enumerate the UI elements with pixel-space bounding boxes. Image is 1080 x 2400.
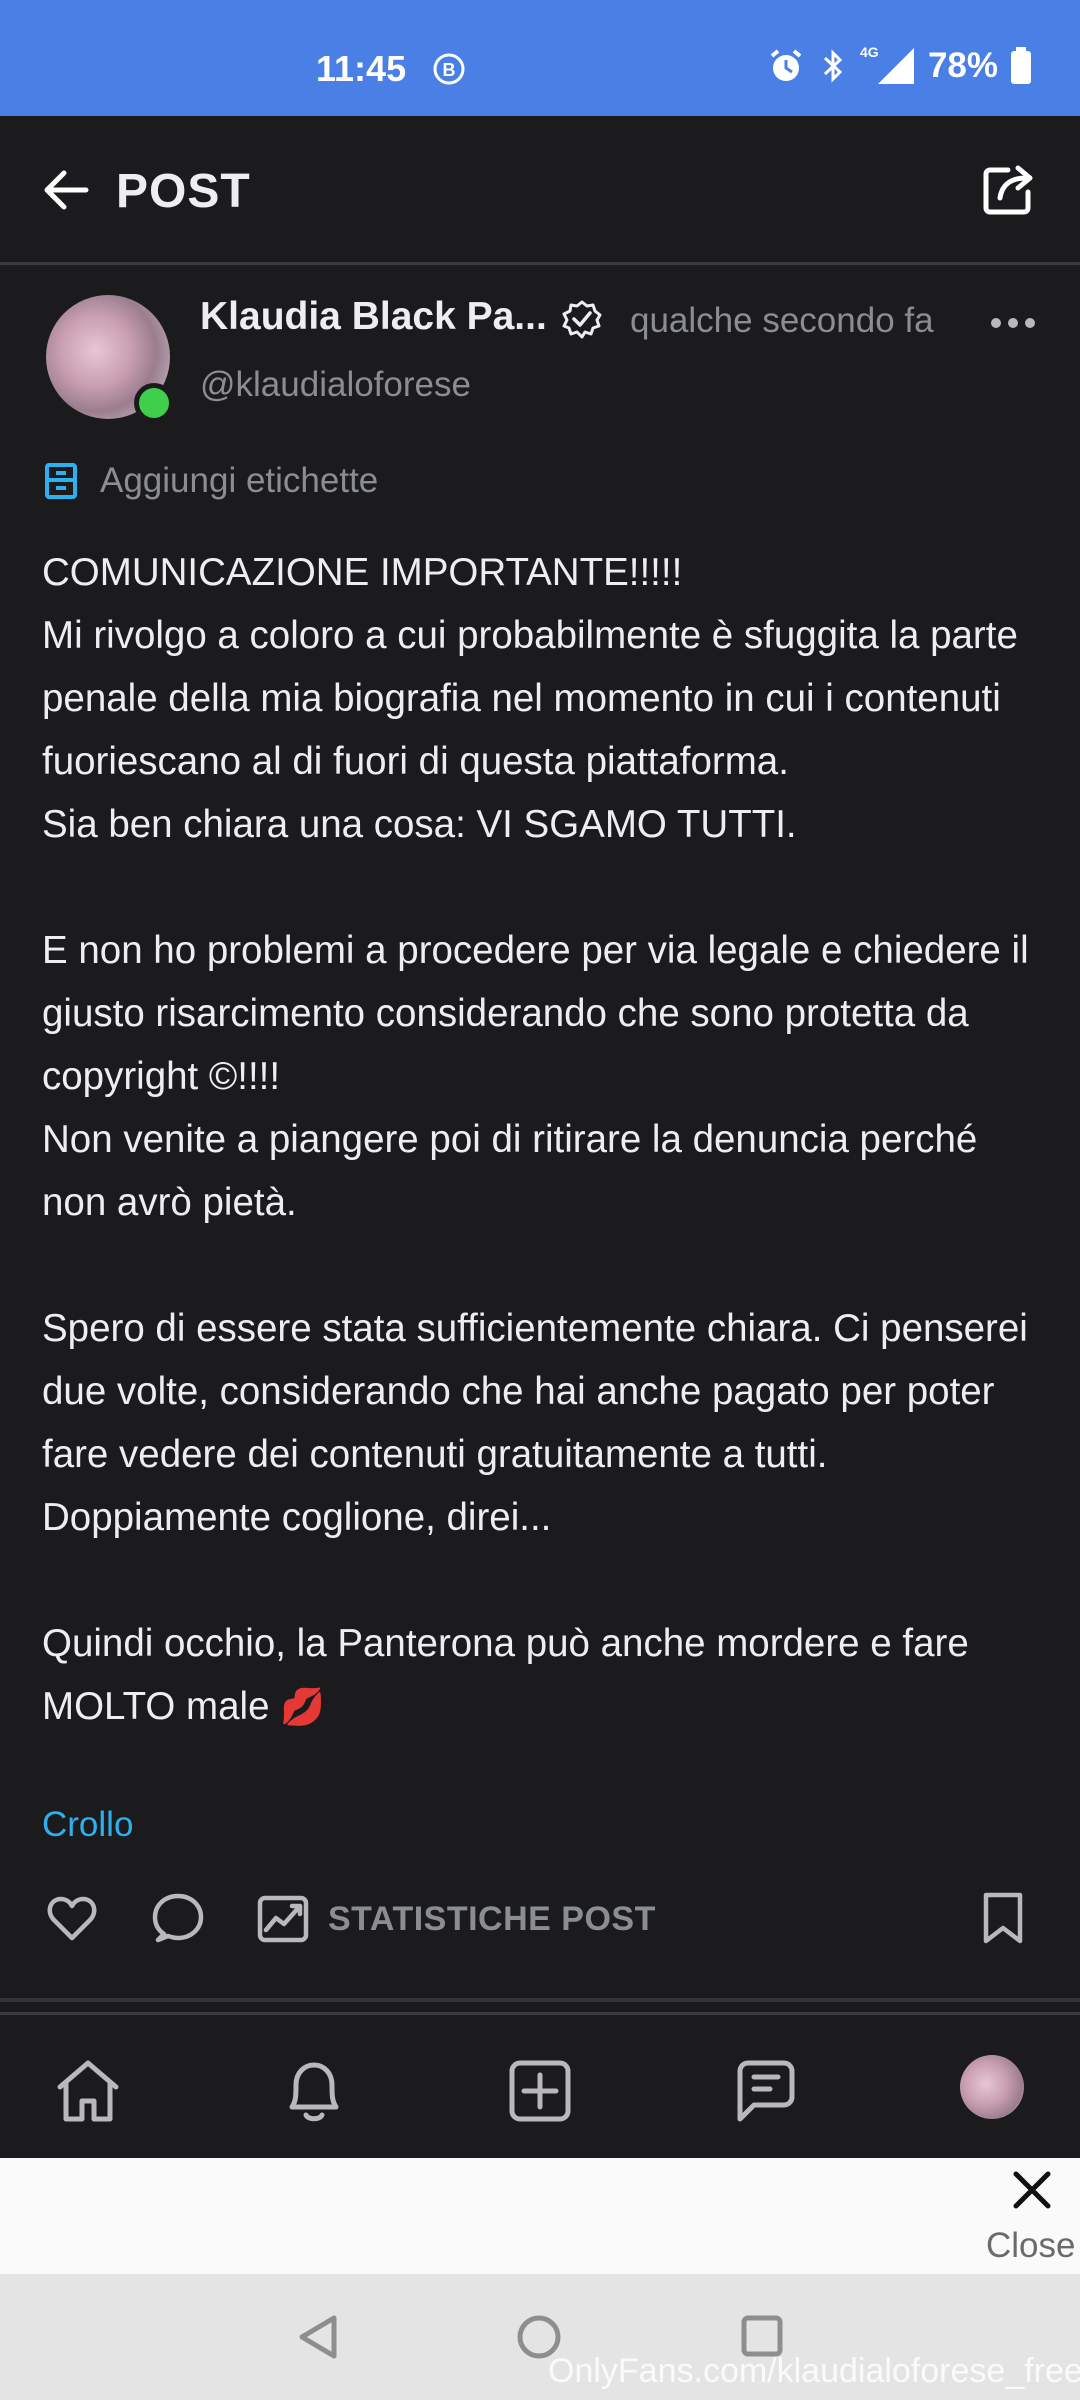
share-icon[interactable] xyxy=(978,160,1038,220)
verified-badge-icon xyxy=(562,300,602,339)
status-time: 11:45 xyxy=(316,48,407,89)
status-right: 4G 78% xyxy=(766,44,1032,86)
author-username[interactable]: @klaudialoforese xyxy=(200,365,471,405)
alarm-icon xyxy=(770,49,802,81)
network-type: 4G xyxy=(859,44,879,60)
home-icon[interactable] xyxy=(52,2055,124,2127)
profile-avatar[interactable] xyxy=(960,2055,1024,2119)
more-options-icon[interactable] xyxy=(990,313,1036,333)
post-action-bar: STATISTICHE POST xyxy=(0,1880,1080,1970)
author-avatar[interactable] xyxy=(46,295,174,423)
online-status-dot xyxy=(134,383,174,423)
battery-percent: 78% xyxy=(927,46,998,85)
like-heart-icon[interactable] xyxy=(44,1890,100,1946)
watermark-text: OnlyFans.com/klaudialoforese_free xyxy=(548,2352,1080,2390)
app-header: POST xyxy=(0,116,1080,265)
svg-text:B: B xyxy=(443,60,456,80)
close-icon[interactable] xyxy=(1010,2168,1054,2212)
ad-close-label[interactable]: Close xyxy=(986,2226,1075,2266)
bottom-navigation xyxy=(0,2012,1080,2161)
post-divider xyxy=(0,1998,1080,2002)
add-post-icon[interactable] xyxy=(504,2055,576,2127)
signal-icon: 4G xyxy=(859,44,916,86)
bluetooth-icon xyxy=(823,49,843,83)
author-name[interactable]: Klaudia Black Pa... xyxy=(200,295,547,339)
post-body: COMUNICAZIONE IMPORTANTE!!!!! Mi rivolgo… xyxy=(42,541,1042,1738)
post-body-text: COMUNICAZIONE IMPORTANTE!!!!! Mi rivolgo… xyxy=(42,551,1029,1728)
status-bar: 11:45 B 4G 78% xyxy=(0,0,1080,116)
b-badge-icon: B xyxy=(433,53,465,85)
statistics-label: STATISTICHE POST xyxy=(328,1900,656,1938)
battery-icon xyxy=(1011,47,1031,84)
translate-link[interactable]: Crollo xyxy=(42,1805,133,1845)
system-back-icon[interactable] xyxy=(296,2314,340,2360)
messages-icon[interactable] xyxy=(730,2055,802,2127)
tag-list-icon xyxy=(45,463,77,499)
notifications-bell-icon[interactable] xyxy=(278,2055,350,2127)
ad-banner: Close xyxy=(0,2158,1080,2274)
add-tags-label: Aggiungi etichette xyxy=(100,461,379,500)
comment-bubble-icon[interactable] xyxy=(150,1890,206,1946)
post-timestamp: qualche secondo fa xyxy=(630,301,934,340)
back-arrow-icon[interactable] xyxy=(40,164,92,216)
page-title: POST xyxy=(116,165,251,218)
bookmark-icon[interactable] xyxy=(978,1890,1028,1946)
statistics-chart-icon xyxy=(257,1895,309,1943)
lips-emoji: 💋 xyxy=(280,1686,326,1727)
add-tags-button[interactable]: Aggiungi etichette xyxy=(44,461,378,501)
